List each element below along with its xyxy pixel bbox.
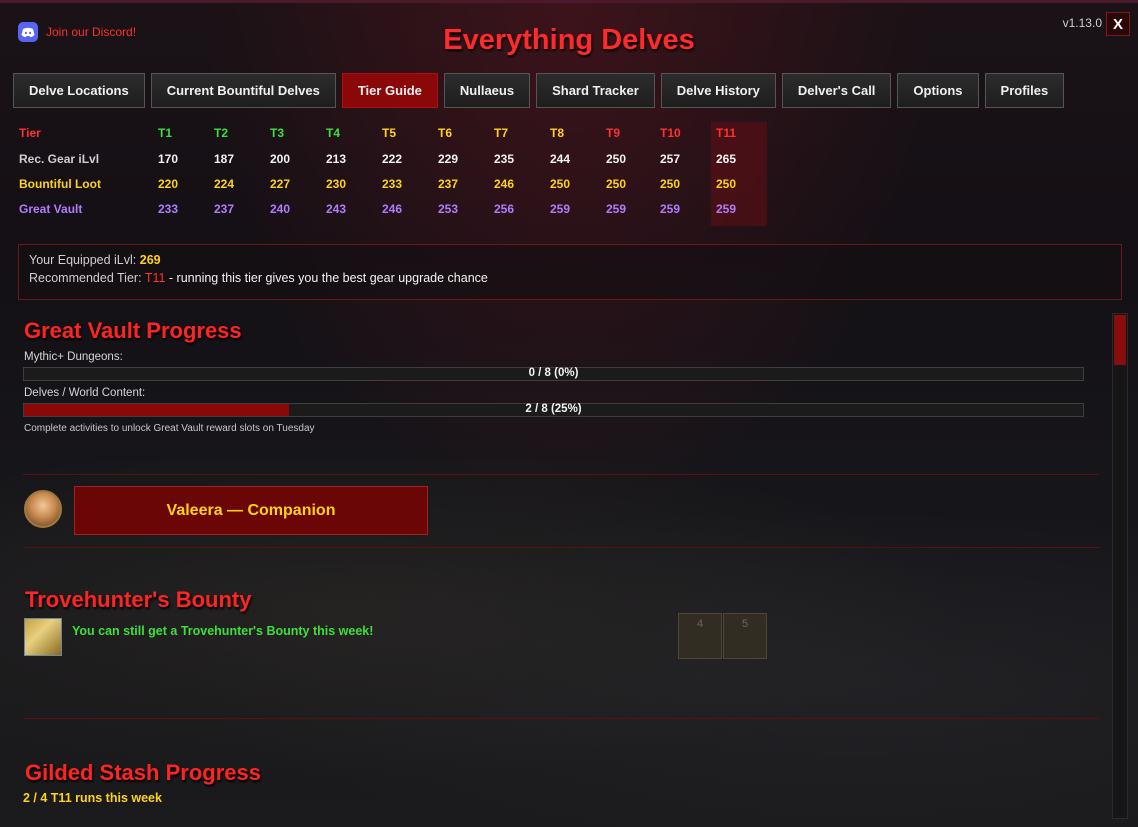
close-button[interactable]: X [1106, 12, 1130, 36]
delves-progress-text: 2 / 8 (25%) [525, 403, 582, 415]
table-cell: 246 [382, 202, 403, 216]
delves-world-label: Delves / World Content: [24, 387, 146, 399]
tab-profiles[interactable]: Profiles [984, 73, 1065, 108]
tier-header-cell: T5 [382, 126, 397, 140]
table-cell: 187 [214, 152, 235, 166]
tier-header-cell: T3 [270, 126, 285, 140]
version-label: v1.13.0 [1062, 16, 1102, 30]
section-divider [23, 474, 1099, 475]
great-vault-title: Great Vault Progress [24, 318, 242, 343]
tab-nullaeus[interactable]: Nullaeus [443, 73, 531, 108]
row-label: Bountiful Loot [19, 177, 101, 191]
tier-header-cell: T1 [158, 126, 173, 140]
recommended-tier-line: Recommended Tier: T11 - running this tie… [29, 271, 1111, 289]
table-cell: 230 [326, 177, 347, 191]
table-cell: 237 [438, 177, 459, 191]
section-divider [23, 718, 1099, 719]
companion-button[interactable]: Valeera — Companion [74, 486, 428, 535]
table-cell: 250 [606, 177, 627, 191]
table-cell: 243 [326, 202, 347, 216]
equipped-ilvl-line: Your Equipped iLvl: 269 [29, 253, 1111, 271]
table-cell: 240 [270, 202, 291, 216]
table-cell: 233 [158, 202, 179, 216]
table-cell: 200 [270, 152, 291, 166]
table-cell: 253 [438, 202, 459, 216]
tab-shard-tracker[interactable]: Shard Tracker [536, 73, 655, 108]
table-cell: 235 [494, 152, 515, 166]
vault-note: Complete activities to unlock Great Vaul… [24, 423, 315, 434]
trovehunter-title: Trovehunter's Bounty [25, 587, 252, 612]
table-cell: 259 [550, 202, 571, 216]
table-cell: 259 [660, 202, 681, 216]
table-cell: 250 [660, 177, 681, 191]
tier-header-label: Tier [19, 126, 41, 140]
tab-options[interactable]: Options [897, 73, 979, 108]
table-cell: 229 [438, 152, 459, 166]
tier-header-cell: T11 [716, 126, 737, 140]
treasure-map-icon [24, 618, 62, 656]
table-cell: 244 [550, 152, 571, 166]
table-cell: 227 [270, 177, 291, 191]
table-cell: 259 [606, 202, 627, 216]
tab-delve-history[interactable]: Delve History [660, 73, 776, 108]
tab-bar: Delve Locations Current Bountiful Delves… [13, 73, 1065, 108]
mythic-dungeons-label: Mythic+ Dungeons: [24, 351, 123, 363]
gilded-stash-title: Gilded Stash Progress [25, 760, 261, 785]
table-cell: 246 [494, 177, 515, 191]
table-cell: 257 [660, 152, 681, 166]
table-cell: 237 [214, 202, 235, 216]
mythic-progress-text: 0 / 8 (0%) [528, 367, 579, 379]
recommended-tier-value: T11 [144, 271, 166, 285]
tier-header-cell: T2 [214, 126, 229, 140]
equipped-ilvl-label: Your Equipped iLvl: [29, 253, 137, 267]
table-cell: 250 [716, 177, 737, 191]
gilded-stash-progress: 2 / 4 T11 runs this week [23, 791, 162, 805]
recommendation-box: Your Equipped iLvl: 269 Recommended Tier… [18, 244, 1122, 300]
table-cell: 259 [716, 202, 737, 216]
background-slot: 4 [678, 613, 722, 659]
recommended-tier-description: - running this tier gives you the best g… [168, 271, 488, 285]
table-cell: 256 [494, 202, 515, 216]
tier-header-cell: T4 [326, 126, 341, 140]
table-cell: 250 [606, 152, 627, 166]
window-title: Everything Delves [443, 24, 695, 56]
table-cell: 220 [158, 177, 179, 191]
table-cell: 170 [158, 152, 179, 166]
content-scrollbar[interactable] [1112, 313, 1128, 819]
tier-header-cell: T8 [550, 126, 565, 140]
row-label: Great Vault [19, 202, 83, 216]
row-label: Rec. Gear iLvl [19, 152, 100, 166]
scrollbar-thumb[interactable] [1114, 315, 1126, 365]
mythic-progress-bar: 0 / 8 (0%) [23, 367, 1084, 381]
companion-portrait [24, 490, 62, 528]
tier-header-cell: T10 [660, 126, 681, 140]
table-cell: 213 [326, 152, 347, 166]
table-cell: 233 [382, 177, 403, 191]
tab-current-bountiful-delves[interactable]: Current Bountiful Delves [150, 73, 336, 108]
equipped-ilvl-value: 269 [139, 253, 161, 267]
tab-delve-locations[interactable]: Delve Locations [13, 73, 145, 108]
recommended-tier-label: Recommended Tier: [29, 271, 142, 285]
table-cell: 250 [550, 177, 571, 191]
table-cell: 222 [382, 152, 403, 166]
trovehunter-message: You can still get a Trovehunter's Bounty… [72, 624, 374, 638]
delves-progress-bar: 2 / 8 (25%) [23, 403, 1084, 417]
table-cell: 224 [214, 177, 235, 191]
tab-tier-guide[interactable]: Tier Guide [341, 73, 438, 108]
tier-header-cell: T7 [494, 126, 509, 140]
tier-header-cell: T9 [606, 126, 621, 140]
section-divider [23, 547, 1099, 548]
tab-delvers-call[interactable]: Delver's Call [781, 73, 892, 108]
tier-header-cell: T6 [438, 126, 453, 140]
background-slot: 5 [723, 613, 767, 659]
table-cell: 265 [716, 152, 737, 166]
